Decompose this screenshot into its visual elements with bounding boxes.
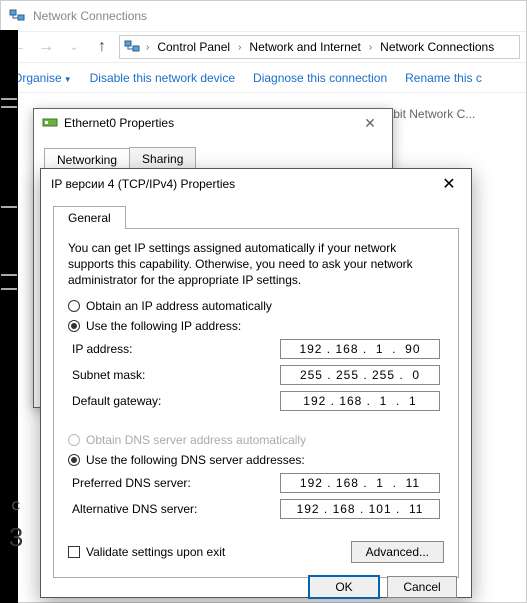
rename-button[interactable]: Rename this c (405, 71, 482, 85)
preferred-dns-input[interactable] (280, 473, 440, 493)
organise-menu[interactable]: Organise▼ (13, 71, 72, 85)
forward-button[interactable]: → (35, 38, 57, 56)
checkbox-icon (68, 546, 80, 558)
cancel-button[interactable]: Cancel (387, 576, 457, 598)
ip-group: IP address: Subnet mask: Default gateway… (68, 339, 444, 423)
chevron-right-icon[interactable]: › (238, 42, 241, 53)
radio-use-static-dns[interactable]: Use the following DNS server addresses: (68, 453, 444, 467)
ethernet-title: Ethernet0 Properties (64, 116, 174, 130)
validate-checkbox[interactable]: Validate settings upon exit (68, 545, 225, 559)
preferred-dns-label: Preferred DNS server: (72, 476, 191, 490)
radio-obtain-ip-auto[interactable]: Obtain an IP address automatically (68, 299, 444, 313)
ipv4-title: IP версии 4 (TCP/IPv4) Properties (51, 177, 235, 191)
description-text: You can get IP settings assigned automat… (68, 240, 444, 289)
ip-address-input[interactable] (280, 339, 440, 359)
radio-use-static-ip[interactable]: Use the following IP address: (68, 319, 444, 333)
close-button[interactable]: ✕ (437, 174, 461, 194)
subnet-mask-label: Subnet mask: (72, 368, 145, 382)
alternative-dns-label: Alternative DNS server: (72, 502, 197, 516)
ok-button[interactable]: OK (309, 576, 379, 598)
radio-icon (68, 320, 80, 332)
background-window-edge (0, 30, 18, 603)
breadcrumb-item[interactable]: Network Connections (376, 38, 498, 56)
diagnose-button[interactable]: Diagnose this connection (253, 71, 387, 85)
network-adapter-icon (42, 114, 58, 133)
dropdown-arrow-icon: ▼ (64, 75, 72, 84)
address-bar: ← → ⌄ ↑ › Control Panel › Network and In… (1, 31, 526, 63)
disable-device-button[interactable]: Disable this network device (90, 71, 235, 85)
up-button[interactable]: ↑ (91, 38, 113, 56)
background-fragment: 3 (0, 522, 32, 553)
explorer-title: Network Connections (33, 9, 147, 23)
alternative-dns-input[interactable] (280, 499, 440, 519)
ethernet-titlebar[interactable]: Ethernet0 Properties ✕ (34, 109, 392, 137)
general-panel: You can get IP settings assigned automat… (53, 228, 459, 578)
recent-dropdown[interactable]: ⌄ (63, 42, 85, 53)
dialog-buttons: OK Cancel (309, 576, 457, 598)
ipv4-tabs: General (53, 205, 459, 229)
tab-sharing[interactable]: Sharing (129, 147, 196, 170)
breadcrumb-item[interactable]: Network and Internet (245, 38, 364, 56)
close-button[interactable]: ✕ (356, 115, 384, 132)
chevron-right-icon[interactable]: › (146, 42, 149, 53)
radio-obtain-dns-auto: Obtain DNS server address automatically (68, 433, 444, 447)
default-gateway-label: Default gateway: (72, 394, 161, 408)
tab-general[interactable]: General (53, 206, 126, 229)
ip-address-label: IP address: (72, 342, 132, 356)
subnet-mask-input[interactable] (280, 365, 440, 385)
breadcrumb-item[interactable]: Control Panel (153, 38, 234, 56)
ipv4-titlebar[interactable]: IP версии 4 (TCP/IPv4) Properties ✕ (41, 169, 471, 199)
explorer-titlebar: Network Connections (1, 1, 526, 31)
background-fragment: C (0, 499, 32, 513)
network-connections-icon (9, 7, 25, 26)
radio-icon (68, 454, 80, 466)
advanced-button[interactable]: Advanced... (351, 541, 444, 563)
default-gateway-input[interactable] (280, 391, 440, 411)
chevron-right-icon[interactable]: › (369, 42, 372, 53)
radio-icon (68, 300, 80, 312)
radio-icon (68, 434, 80, 446)
explorer-toolbar: Organise▼ Disable this network device Di… (1, 63, 526, 93)
dns-group: Preferred DNS server: Alternative DNS se… (68, 473, 444, 531)
network-connections-icon (124, 38, 140, 57)
breadcrumb-bar[interactable]: › Control Panel › Network and Internet ›… (119, 35, 520, 59)
ipv4-properties-window: IP версии 4 (TCP/IPv4) Properties ✕ Gene… (40, 168, 472, 598)
